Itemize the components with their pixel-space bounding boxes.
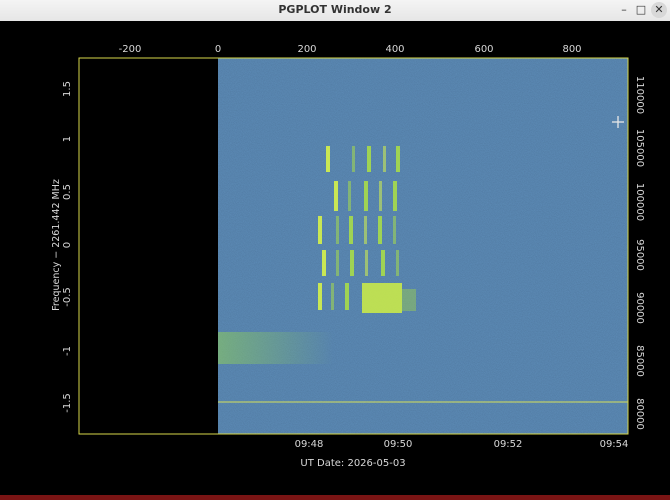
- right-tick-label: 85000: [634, 345, 645, 377]
- signal-bar: [393, 181, 397, 211]
- signal-bar: [379, 181, 382, 211]
- top-tick-label: 600: [474, 44, 493, 55]
- x-axis-label: UT Date: 2026-05-03: [300, 458, 405, 469]
- title-bar: PGPLOT Window 2 – □ ✕: [0, 0, 670, 22]
- spectrogram: [218, 58, 628, 434]
- bottom-tick-label: 09:50: [384, 439, 413, 450]
- window-title: PGPLOT Window 2: [278, 3, 392, 16]
- signal-bar: [365, 250, 368, 276]
- top-tick-label: 400: [385, 44, 404, 55]
- signal-bar: [383, 146, 386, 172]
- taskbar-edge: [0, 495, 670, 500]
- signal-bar: [396, 146, 400, 172]
- signal-bar: [367, 146, 371, 172]
- left-tick-label: 0: [62, 242, 73, 248]
- left-tick-label: 1.5: [62, 81, 73, 97]
- right-tick-label: 100000: [634, 183, 645, 221]
- signal-bar: [345, 283, 349, 310]
- signal-bar: [331, 283, 334, 310]
- signal-bar: [349, 216, 353, 244]
- right-tick-label: 95000: [634, 239, 645, 271]
- signal-bar: [318, 216, 322, 244]
- left-tick-label: 0.5: [62, 184, 73, 200]
- signal-bar: [348, 181, 351, 211]
- top-tick-label: 200: [297, 44, 316, 55]
- right-tick-label: 90000: [634, 292, 645, 324]
- signal-bar: [334, 181, 338, 211]
- left-tick-label: 1: [62, 136, 73, 142]
- signal-bar: [318, 283, 322, 310]
- signal-bar: [352, 146, 355, 172]
- right-axis: 110000 105000 100000 95000 90000 85000 8…: [634, 76, 645, 430]
- left-tick-label: -1.5: [62, 393, 73, 413]
- signal-bar: [336, 216, 339, 244]
- signal-bar: [326, 146, 330, 172]
- signal-bar: [393, 216, 396, 244]
- bottom-tick-label: 09:48: [295, 439, 324, 450]
- signal-bar: [350, 250, 354, 276]
- left-tick-label: -1: [62, 346, 73, 356]
- signal-bar: [378, 216, 382, 244]
- bottom-tick-label: 09:54: [600, 439, 629, 450]
- signal-bar: [336, 250, 339, 276]
- signal-bar: [364, 216, 367, 244]
- signal-bar: [381, 250, 385, 276]
- top-tick-label: 800: [562, 44, 581, 55]
- y-axis-label: Frequency − 2261.442 MHz: [51, 179, 62, 311]
- right-tick-label: 80000: [634, 398, 645, 430]
- pgplot-canvas: -200 0 200 400 600 800 1.5 1 0.5 0 -0.5 …: [0, 21, 670, 495]
- top-tick-label: 0: [215, 44, 221, 55]
- minimize-icon[interactable]: –: [616, 2, 632, 18]
- bottom-tick-label: 09:52: [494, 439, 523, 450]
- right-tick-label: 105000: [634, 129, 645, 167]
- top-tick-label: -200: [119, 44, 142, 55]
- signal-bar: [322, 250, 326, 276]
- close-icon[interactable]: ✕: [651, 2, 667, 18]
- right-tick-label: 110000: [634, 76, 645, 114]
- maximize-icon[interactable]: □: [633, 2, 649, 18]
- signal-blob: [362, 283, 402, 313]
- signal-bar: [396, 250, 399, 276]
- signal-band: [218, 332, 333, 364]
- signal-bar: [364, 181, 368, 211]
- left-tick-label: -0.5: [62, 287, 73, 307]
